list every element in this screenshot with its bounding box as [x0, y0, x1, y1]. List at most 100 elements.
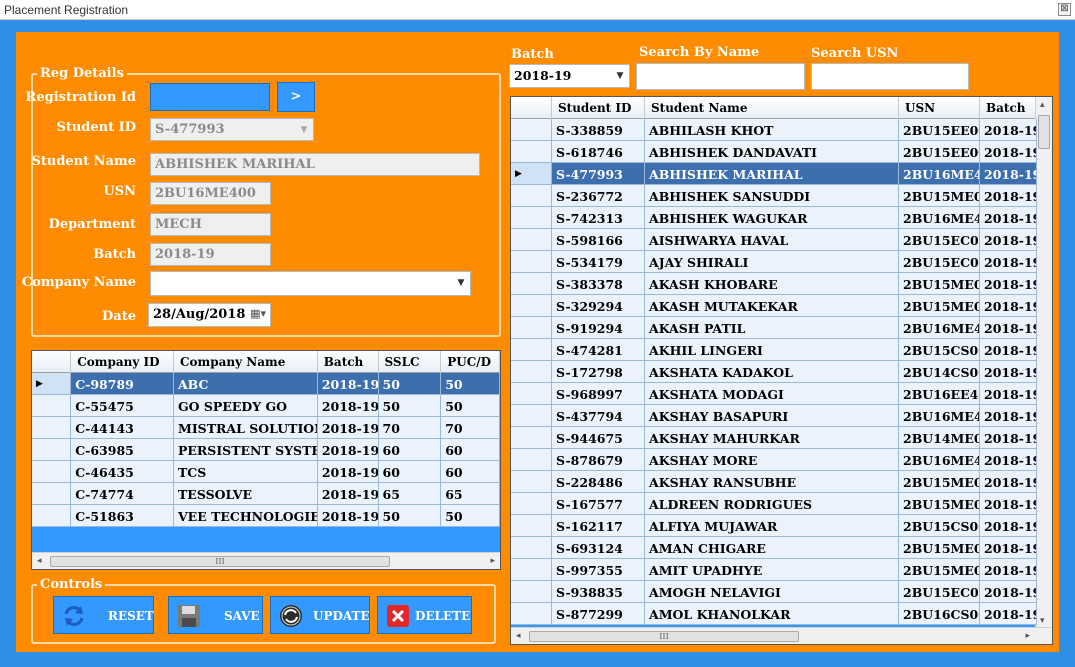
student-table-row[interactable]: S-338859ABHILASH KHOT2BU15EE0012018-19	[511, 119, 1052, 141]
student-table-cell[interactable]: AKSHAY BASAPURI	[645, 405, 899, 427]
student-table-cell[interactable]: 2BU15ME069	[899, 493, 980, 515]
student-table-cell[interactable]: S-534179	[552, 251, 645, 273]
student-table-cell[interactable]: AISHWARYA HAVAL	[645, 229, 899, 251]
student-table-row[interactable]: S-167577ALDREEN RODRIGUES2BU15ME0692018-…	[511, 493, 1052, 515]
student-table-cell[interactable]: AKSHATA MODAGI	[645, 383, 899, 405]
student-table-cell[interactable]: 2018-19	[980, 229, 1037, 251]
student-table-cell[interactable]: 2BU16CS004	[899, 603, 980, 625]
student-name-field[interactable]: ABHISHEK MARIHAL	[150, 153, 480, 176]
student-table-cell[interactable]: AKSHAY RANSUBHE	[645, 471, 899, 493]
company-table-cell[interactable]: 2018-19	[317, 505, 379, 527]
student-table-cell[interactable]: 2018-19	[980, 493, 1037, 515]
student-table-cell[interactable]: 2BU15ME002	[899, 185, 980, 207]
student-table-cell[interactable]: S-618746	[552, 141, 645, 163]
student-table-cell[interactable]: 2018-19	[980, 537, 1037, 559]
company-table-cell[interactable]: 50	[378, 373, 442, 395]
row-header[interactable]	[511, 471, 552, 493]
student-table-cell[interactable]: 2BU15ME003	[899, 295, 980, 317]
search-name-input[interactable]	[636, 63, 805, 90]
student-table-cell[interactable]: S-338859	[552, 119, 645, 141]
scroll-right-icon[interactable]: ▸	[1025, 631, 1030, 641]
student-table-cell[interactable]: AKSHATA KADAKOL	[645, 361, 899, 383]
student-table-cell[interactable]: S-968997	[552, 383, 645, 405]
student-table-row[interactable]: ▶ S-477993ABHISHEK MARIHAL2BU16ME4002018-…	[511, 163, 1052, 185]
row-header[interactable]	[511, 515, 552, 537]
student-table-cell[interactable]: 2BU14ME005	[899, 427, 980, 449]
row-header[interactable]	[511, 405, 552, 427]
dropdown-arrow-icon[interactable]: ▼	[611, 65, 629, 87]
student-table-cell[interactable]: 2018-19	[980, 427, 1037, 449]
student-table-cell[interactable]: AKASH MUTAKEKAR	[645, 295, 899, 317]
student-table-cell[interactable]: AKSHAY MORE	[645, 449, 899, 471]
student-table-row[interactable]: S-938835AMOGH NELAVIGI2BU15EC0042018-19	[511, 581, 1052, 603]
student-table-row[interactable]: S-534179AJAY SHIRALI2BU15EC0032018-19	[511, 251, 1052, 273]
reset-button[interactable]: RESET	[53, 596, 154, 634]
filter-batch-combo[interactable]: 2018-19 ▼	[509, 64, 630, 88]
company-table-cell[interactable]: 2018-19	[317, 417, 379, 439]
student-table-cell[interactable]: AMAN CHIGARE	[645, 537, 899, 559]
student-table-cell[interactable]: 2BU15EE001	[899, 119, 980, 141]
student-table-cell[interactable]: AMIT UPADHYE	[645, 559, 899, 581]
student-table-cell[interactable]: S-878679	[552, 449, 645, 471]
row-header[interactable]	[511, 141, 552, 163]
company-table-cell[interactable]: VEE TECHNOLOGIES	[173, 505, 318, 527]
row-header[interactable]	[511, 119, 552, 141]
student-table-cell[interactable]: 2BU16ME400	[899, 163, 980, 185]
student-table-cell[interactable]: AMOL KHANOLKAR	[645, 603, 899, 625]
student-table-cell[interactable]: S-742313	[552, 207, 645, 229]
company-table-cell[interactable]: 2018-19	[317, 461, 379, 483]
student-table-cell[interactable]: ABHISHEK SANSUDDI	[645, 185, 899, 207]
student-table-cell[interactable]: S-477993	[552, 163, 645, 185]
company-table-cell[interactable]: PERSISTENT SYSTEMS	[173, 439, 318, 461]
company-table-row[interactable]: C-44143MISTRAL SOLUTIONS2018-197070	[32, 417, 500, 439]
student-table-row[interactable]: S-598166AISHWARYA HAVAL2BU15EC0012018-19	[511, 229, 1052, 251]
dropdown-arrow-icon[interactable]: ▼	[452, 272, 470, 295]
student-table-cell[interactable]: AKHIL LINGERI	[645, 339, 899, 361]
student-grid-hscroll[interactable]: ◂ III ▸	[511, 627, 1052, 644]
search-usn-input[interactable]	[811, 63, 969, 90]
student-table-cell[interactable]: ABHISHEK MARIHAL	[645, 163, 899, 185]
student-table-cell[interactable]: 2BU16ME403	[899, 405, 980, 427]
row-header[interactable]	[511, 251, 552, 273]
student-table-cell[interactable]: 2BU15ME009	[899, 559, 980, 581]
student-table-cell[interactable]: S-437794	[552, 405, 645, 427]
company-table-cell[interactable]: C-63985	[71, 439, 174, 461]
student-table-cell[interactable]: 2018-19	[980, 295, 1037, 317]
student-table-row[interactable]: S-878679AKSHAY MORE2BU16ME4042018-19	[511, 449, 1052, 471]
row-header[interactable]	[32, 483, 72, 505]
row-header[interactable]	[511, 273, 552, 295]
usn-field[interactable]: 2BU16ME400	[150, 182, 271, 205]
student-table-cell[interactable]: S-329294	[552, 295, 645, 317]
student-table-cell[interactable]: 2BU15CS003	[899, 515, 980, 537]
student-table-cell[interactable]: S-598166	[552, 229, 645, 251]
company-table-cell[interactable]: 2018-19	[317, 439, 379, 461]
company-table-cell[interactable]: 60	[441, 461, 500, 483]
student-table-row[interactable]: S-236772ABHISHEK SANSUDDI2BU15ME0022018-…	[511, 185, 1052, 207]
company-grid[interactable]: Company ID Company Name Batch SSLC PUC/D ▶ C-…	[31, 350, 501, 570]
student-table-row[interactable]: S-474281AKHIL LINGERI2BU15CS0022018-19	[511, 339, 1052, 361]
company-grid-hscroll[interactable]: ◂ III ▸	[32, 552, 500, 569]
company-table-cell[interactable]: GO SPEEDY GO	[173, 395, 318, 417]
student-table-cell[interactable]: S-938835	[552, 581, 645, 603]
company-table-cell[interactable]: 65	[441, 483, 500, 505]
company-table-cell[interactable]: 2018-19	[317, 373, 379, 395]
row-header[interactable]	[511, 603, 552, 625]
student-table-cell[interactable]: S-997355	[552, 559, 645, 581]
delete-button[interactable]: DELETE	[377, 596, 472, 634]
company-table-cell[interactable]: 50	[441, 373, 500, 395]
student-table-row[interactable]: S-172798AKSHATA KADAKOL2BU14CS0032018-19	[511, 361, 1052, 383]
go-button[interactable]: >	[277, 82, 315, 112]
company-table-cell[interactable]: C-44143	[71, 417, 174, 439]
student-table-cell[interactable]: 2BU16EE402	[899, 383, 980, 405]
calendar-icon[interactable]: ▦▾	[250, 307, 266, 320]
student-table-cell[interactable]: 2BU15ME004	[899, 273, 980, 295]
student-table-cell[interactable]: ABHILASH KHOT	[645, 119, 899, 141]
row-header[interactable]	[511, 185, 552, 207]
student-table-cell[interactable]: ALDREEN RODRIGUES	[645, 493, 899, 515]
row-header[interactable]	[511, 317, 552, 339]
student-table-row[interactable]: S-742313ABHISHEK WAGUKAR2BU16ME4012018-1…	[511, 207, 1052, 229]
row-header[interactable]	[32, 395, 72, 417]
row-header[interactable]	[32, 505, 72, 527]
row-header[interactable]	[511, 229, 552, 251]
date-picker[interactable]: 28/Aug/2018 ▦▾	[148, 303, 271, 327]
